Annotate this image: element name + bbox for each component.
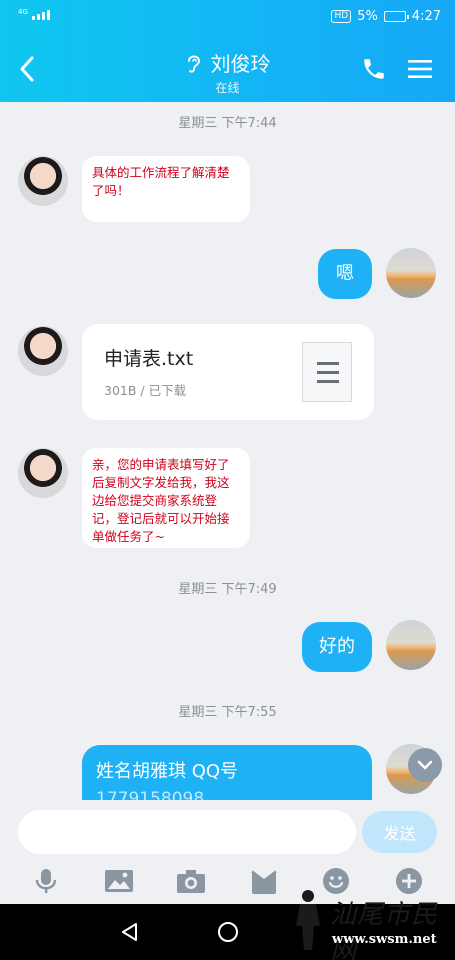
send-button[interactable]: 发送 (362, 811, 437, 853)
message-bubble-self[interactable]: 嗯 (318, 249, 372, 299)
camera-button[interactable] (175, 865, 207, 897)
chat-header: 4G HD 5% 4:27 刘俊玲 在线 (0, 0, 455, 102)
message-line: 姓名胡雅琪 QQ号 (96, 761, 239, 782)
nav-back-button[interactable] (118, 920, 142, 944)
battery-percent: 5% (357, 9, 378, 24)
circle-home-icon (218, 922, 238, 942)
camera-icon (177, 870, 206, 893)
chevron-down-icon (417, 760, 433, 770)
clock: 4:27 (411, 9, 441, 24)
status-bar: 4G HD 5% 4:27 (0, 0, 455, 36)
message-bubble-self[interactable]: 好的 (302, 622, 372, 672)
contact-name: 刘俊玲 (210, 52, 271, 76)
timestamp: 星期三 下午7:49 (178, 582, 277, 597)
red-packet-button[interactable] (248, 865, 280, 897)
menu-button[interactable] (407, 58, 433, 80)
microphone-icon (36, 869, 57, 893)
watermark-url: www.swsm.net (332, 932, 437, 947)
file-message[interactable]: 申请表.txt 301B / 已下载 (82, 324, 374, 420)
triangle-back-icon (122, 923, 137, 941)
contact-avatar[interactable] (18, 448, 68, 498)
document-icon (302, 342, 352, 402)
contact-avatar[interactable] (18, 326, 68, 376)
nav-home-button[interactable] (216, 920, 240, 944)
phone-icon (364, 59, 384, 79)
image-icon (104, 870, 133, 892)
battery-icon (383, 11, 409, 22)
contact-avatar[interactable] (18, 156, 68, 206)
timestamp: 星期三 下午7:55 (178, 705, 277, 720)
watermark-text: 汕尾市民网 (330, 900, 439, 960)
figure-icon (296, 890, 320, 950)
timestamp: 星期三 下午7:44 (178, 116, 277, 131)
hamburger-icon (408, 60, 432, 78)
self-avatar[interactable] (386, 248, 436, 298)
message-input[interactable] (18, 810, 356, 854)
message-bubble[interactable]: 亲，您的申请表填写好了后复制文字发给我，我这边给您提交商家系统登记，登记后就可以… (82, 448, 250, 548)
file-name: 申请表.txt (104, 348, 194, 370)
image-button[interactable] (103, 865, 135, 897)
file-meta: 301B / 已下载 (104, 383, 187, 398)
message-bubble[interactable]: 具体的工作流程了解清楚了吗！ (82, 156, 250, 222)
signal-icon: 4G (18, 8, 50, 20)
watermark: 汕尾市民网 www.swsm.net (288, 888, 448, 960)
network-label: 4G (18, 8, 28, 16)
call-button[interactable] (361, 56, 387, 82)
hd-badge: HD (331, 10, 352, 23)
microphone-button[interactable] (30, 865, 62, 897)
self-avatar[interactable] (386, 620, 436, 670)
scroll-down-button[interactable] (408, 748, 442, 782)
ear-icon (187, 55, 200, 73)
red-packet-icon (251, 870, 277, 894)
